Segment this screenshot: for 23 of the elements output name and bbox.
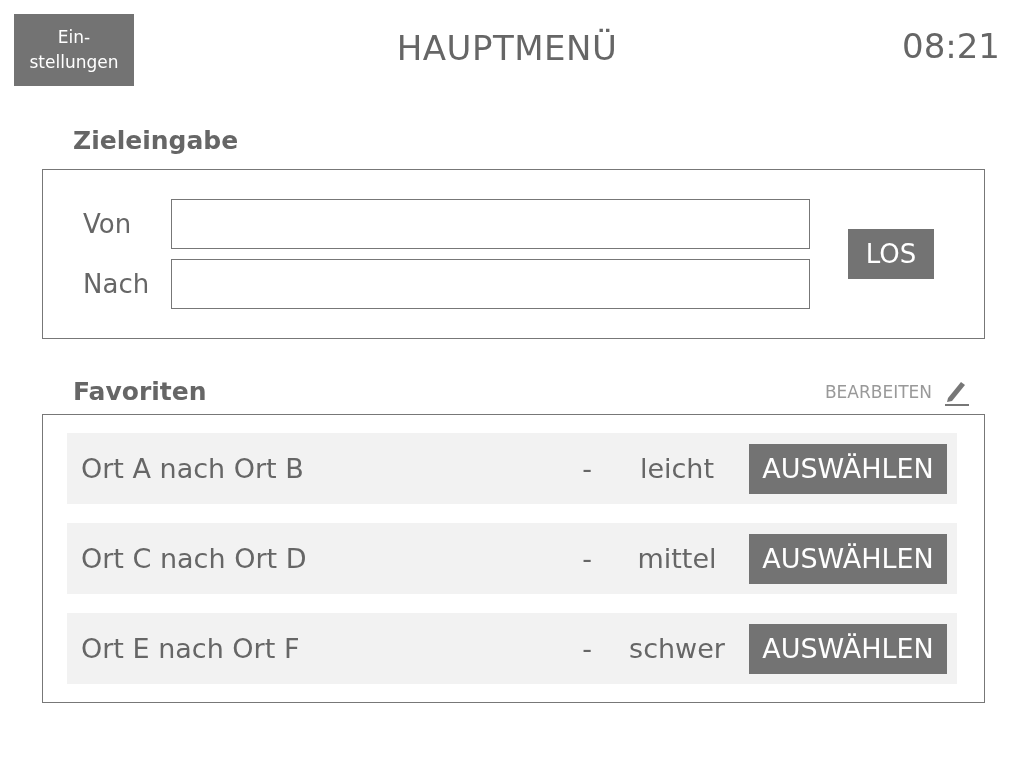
route-text: Ort A nach Ort B [81, 453, 305, 484]
route-text: Ort E nach Ort F [81, 633, 301, 664]
route-text: Ort C nach Ort D [81, 543, 308, 574]
go-button[interactable]: LOS [848, 229, 934, 279]
select-button[interactable]: AUSWÄHLEN [749, 533, 947, 584]
difficulty-text: schwer [628, 633, 726, 664]
input-field[interactable] [171, 199, 810, 249]
input-field[interactable] [171, 259, 810, 309]
difficulty-text: leicht [638, 453, 716, 484]
difficulty-text: mittel [636, 543, 718, 574]
screen-title: HAUPTMENÜ [395, 27, 619, 68]
edit-link[interactable]: BEARBEITEN [824, 378, 970, 406]
select-button[interactable]: AUSWÄHLEN [749, 623, 947, 674]
section-heading: Zieleingabe [72, 126, 240, 155]
clock-time: 08:21 [901, 25, 1000, 66]
separator-text: - [581, 633, 593, 664]
field-label: Von [83, 209, 133, 239]
separator-text: - [581, 543, 593, 574]
field-label: Nach [83, 269, 151, 299]
section-heading: Favoriten [72, 377, 207, 406]
settings-button[interactable]: Ein- stellungen [14, 14, 134, 86]
select-button[interactable]: AUSWÄHLEN [749, 443, 947, 494]
separator-text: - [581, 453, 593, 484]
